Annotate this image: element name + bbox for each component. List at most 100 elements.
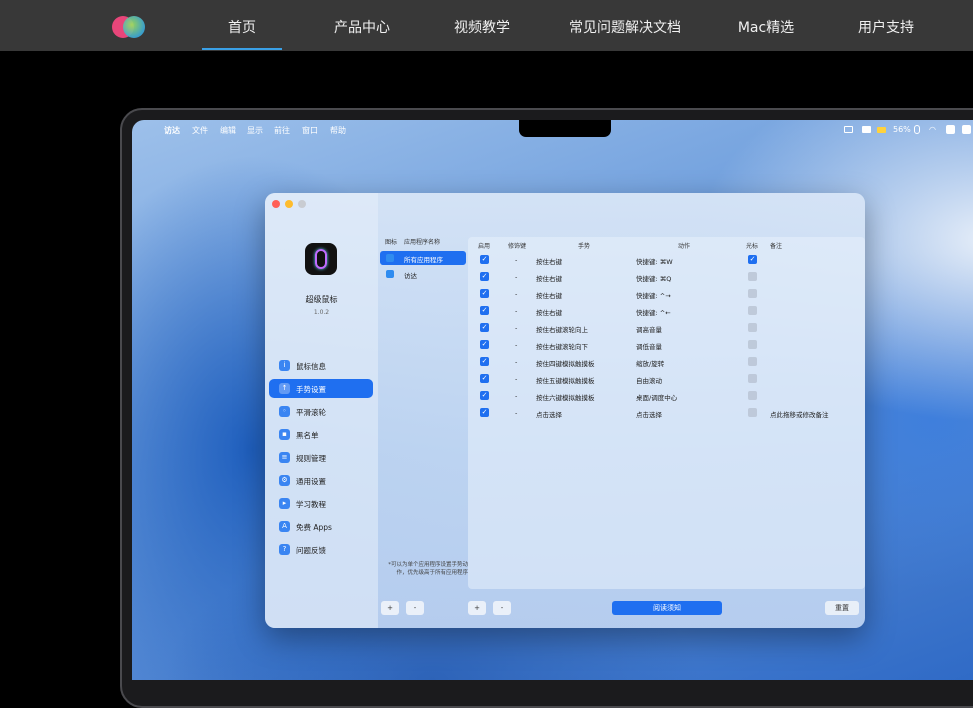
table-row[interactable]: ✓ - 按住右键滚轮向下 调低音量 bbox=[468, 337, 865, 353]
gesture-cell: 按住右键 bbox=[536, 275, 562, 283]
mouse-icon[interactable] bbox=[914, 125, 920, 134]
table-row[interactable]: ✓ - 按住五键模拟触摸板 自由滚动 bbox=[468, 371, 865, 387]
cursor-checkbox[interactable] bbox=[748, 374, 757, 383]
app-list-item-all-apps[interactable]: 所有应用程序 bbox=[380, 251, 466, 265]
add-gesture-button[interactable]: + bbox=[468, 601, 486, 615]
menu-view[interactable]: 显示 bbox=[247, 125, 263, 136]
modifier-cell: - bbox=[515, 375, 518, 383]
sidebar-item-label: 手势设置 bbox=[296, 385, 326, 394]
nav-video-tutorials[interactable]: 视频教学 bbox=[442, 0, 522, 51]
cursor-checkbox[interactable] bbox=[748, 391, 757, 400]
display-icon[interactable] bbox=[862, 126, 871, 133]
top-navigation: 首页 产品中心 视频教学 常见问题解决文档 Mac精选 用户支持 bbox=[0, 0, 973, 51]
enabled-checkbox[interactable]: ✓ bbox=[480, 323, 489, 332]
close-window-button[interactable] bbox=[272, 200, 280, 208]
enabled-checkbox[interactable]: ✓ bbox=[480, 357, 489, 366]
action-cell: 调高音量 bbox=[636, 326, 662, 334]
enabled-checkbox[interactable]: ✓ bbox=[480, 289, 489, 298]
cursor-checkbox[interactable] bbox=[748, 289, 757, 298]
modifier-cell: - bbox=[515, 409, 518, 417]
gesture-cell: 按住右键滚轮向下 bbox=[536, 343, 588, 351]
remove-app-button[interactable]: - bbox=[406, 601, 424, 615]
menu-window[interactable]: 窗口 bbox=[302, 125, 318, 136]
mac-menubar: 访达 文件 编辑 显示 前往 窗口 帮助 56% ◠ bbox=[132, 120, 973, 140]
add-app-button[interactable]: + bbox=[381, 601, 399, 615]
cursor-checkbox[interactable] bbox=[748, 272, 757, 281]
enabled-checkbox[interactable]: ✓ bbox=[480, 391, 489, 400]
remark-cell[interactable]: 点此拖移或修改备注 bbox=[770, 409, 829, 419]
nav-products[interactable]: 产品中心 bbox=[322, 0, 402, 51]
enabled-checkbox[interactable]: ✓ bbox=[480, 306, 489, 315]
enabled-checkbox[interactable]: ✓ bbox=[480, 272, 489, 281]
sidebar-item-feedback[interactable]: ? 问题反馈 bbox=[269, 540, 373, 559]
menu-file[interactable]: 文件 bbox=[192, 125, 208, 136]
sidebar-item-label: 免费 Apps bbox=[296, 523, 332, 532]
settings-icon: ⚙ bbox=[279, 475, 290, 486]
nav-support[interactable]: 用户支持 bbox=[846, 0, 926, 51]
app-version: 1.0.2 bbox=[313, 309, 330, 316]
nav-mac-picks[interactable]: Mac精选 bbox=[726, 0, 806, 51]
sidebar-item-free-apps[interactable]: A 免费 Apps bbox=[269, 517, 373, 536]
table-row[interactable]: ✓ - 按住四键模拟触摸板 缩放/旋转 bbox=[468, 354, 865, 370]
sidebar-item-mouse-info[interactable]: i 鼠标信息 bbox=[269, 356, 373, 375]
modifier-cell: - bbox=[515, 307, 518, 315]
menubar-app-name[interactable]: 访达 bbox=[164, 125, 180, 136]
table-row[interactable]: ✓ - 按住右键 快捷键: ^→ bbox=[468, 286, 865, 302]
enabled-checkbox[interactable]: ✓ bbox=[480, 255, 489, 264]
must-read-button[interactable]: 阅读须知 bbox=[612, 601, 722, 615]
table-row[interactable]: ✓ - 按住六键模拟触摸板 桌面/调度中心 bbox=[468, 388, 865, 404]
finder-icon bbox=[386, 270, 394, 278]
menu-help[interactable]: 帮助 bbox=[330, 125, 346, 136]
remove-gesture-button[interactable]: - bbox=[493, 601, 511, 615]
table-row[interactable]: ✓ - 点击选择 点击选择 点此拖移或修改备注 bbox=[468, 405, 865, 421]
column-header-remark: 备注 bbox=[770, 243, 783, 250]
modifier-cell: - bbox=[515, 341, 518, 349]
cursor-checkbox[interactable]: ✓ bbox=[748, 255, 757, 264]
app-window: 超级鼠标 1.0.2 i 鼠标信息 ↑ 手势设置 ◦ 平滑滚轮 ▪ 黑名单 ≡ 规则管理 … bbox=[265, 193, 865, 628]
gesture-cell: 按住六键模拟触摸板 bbox=[536, 394, 595, 402]
cursor-checkbox[interactable] bbox=[748, 306, 757, 315]
feedback-icon: ? bbox=[279, 544, 290, 555]
modifier-cell: - bbox=[515, 256, 518, 264]
app-list-item-label: 所有应用程序 bbox=[404, 256, 443, 264]
sidebar-item-blacklist[interactable]: ▪ 黑名单 bbox=[269, 425, 373, 444]
sidebar-item-tutorial[interactable]: ▸ 学习教程 bbox=[269, 494, 373, 513]
sidebar-item-label: 鼠标信息 bbox=[296, 362, 326, 371]
sidebar-item-gesture-settings[interactable]: ↑ 手势设置 bbox=[269, 379, 373, 398]
table-row[interactable]: ✓ - 按住右键滚轮向上 调高音量 bbox=[468, 320, 865, 336]
wifi-icon[interactable]: ◠ bbox=[929, 125, 936, 134]
table-row[interactable]: ✓ - 按住右键 快捷键: ⌘W ✓ bbox=[468, 252, 865, 268]
gesture-cell: 按住右键滚轮向上 bbox=[536, 326, 588, 334]
enabled-checkbox[interactable]: ✓ bbox=[480, 374, 489, 383]
menu-edit[interactable]: 编辑 bbox=[220, 125, 236, 136]
nav-home[interactable]: 首页 bbox=[202, 0, 282, 51]
minimize-window-button[interactable] bbox=[285, 200, 293, 208]
menu-go[interactable]: 前往 bbox=[274, 125, 290, 136]
status-icon[interactable] bbox=[962, 125, 971, 134]
modifier-cell: - bbox=[515, 290, 518, 298]
rules-icon: ≡ bbox=[279, 452, 290, 463]
nav-faq-docs[interactable]: 常见问题解决文档 bbox=[560, 0, 690, 51]
table-row[interactable]: ✓ - 按住右键 快捷键: ^← bbox=[468, 303, 865, 319]
app-list-item-finder[interactable]: 访达 bbox=[380, 267, 466, 281]
sidebar-item-smooth-scroll[interactable]: ◦ 平滑滚轮 bbox=[269, 402, 373, 421]
action-cell: 点击选择 bbox=[636, 411, 662, 419]
cursor-checkbox[interactable] bbox=[748, 323, 757, 332]
enabled-checkbox[interactable]: ✓ bbox=[480, 340, 489, 349]
control-center-icon[interactable] bbox=[946, 125, 955, 134]
sidebar-item-rules[interactable]: ≡ 规则管理 bbox=[269, 448, 373, 467]
table-row[interactable]: ✓ - 按住右键 快捷键: ⌘Q bbox=[468, 269, 865, 285]
window-icon[interactable] bbox=[844, 126, 853, 133]
brand-logo[interactable] bbox=[112, 16, 146, 38]
app-list-note: *可以为单个应用程序设置手势动作，优先级高于所有应用程序 bbox=[388, 562, 468, 576]
reset-button[interactable]: 重置 bbox=[825, 601, 859, 615]
zoom-window-button[interactable] bbox=[298, 200, 306, 208]
cursor-checkbox[interactable] bbox=[748, 357, 757, 366]
cursor-checkbox[interactable] bbox=[748, 340, 757, 349]
battery-icon[interactable] bbox=[877, 127, 886, 133]
action-cell: 缩放/旋转 bbox=[636, 360, 665, 368]
sidebar-item-general-settings[interactable]: ⚙ 通用设置 bbox=[269, 471, 373, 490]
cursor-checkbox[interactable] bbox=[748, 408, 757, 417]
gesture-table: 启用 修饰键 手势 动作 光标 备注 ✓ - 按住右键 快捷键: ⌘W ✓ ✓ - 按住右键… bbox=[468, 237, 865, 589]
enabled-checkbox[interactable]: ✓ bbox=[480, 408, 489, 417]
